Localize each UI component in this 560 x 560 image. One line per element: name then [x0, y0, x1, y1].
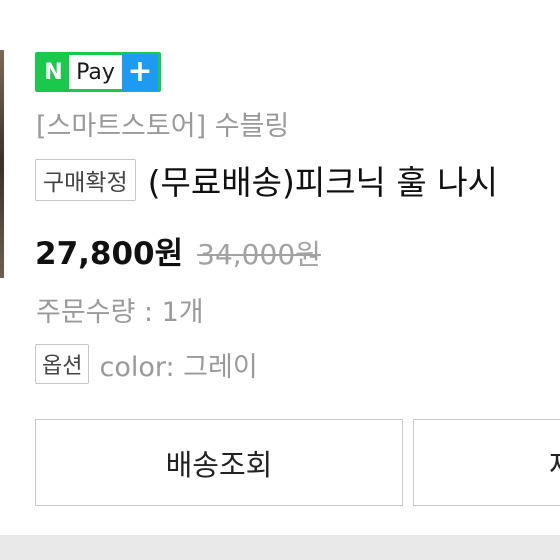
original-price: 34,000원: [197, 238, 321, 271]
title-row: 구매확정 (무료배송)피크닉 훌 나시: [35, 156, 498, 204]
sale-price: 27,800원: [35, 236, 184, 272]
option-badge: 옵션: [35, 344, 90, 384]
option-row: 옵션 color: 그레이: [35, 344, 258, 384]
plus-icon: +: [122, 53, 158, 91]
npay-plus-badge: N Pay +: [35, 52, 161, 92]
product-thumbnail-edge[interactable]: [0, 50, 4, 278]
product-title[interactable]: (무료배송)피크닉 훌 나시: [148, 156, 498, 204]
npay-n-icon: N: [38, 55, 69, 89]
npay-label: Pay: [76, 59, 115, 85]
status-badge: 구매확정: [35, 159, 136, 201]
secondary-action-button[interactable]: 재: [413, 419, 560, 506]
track-delivery-button[interactable]: 배송조회: [35, 419, 403, 506]
option-value: color: 그레이: [99, 351, 258, 383]
price-row: 27,800원 34,000원: [35, 228, 321, 273]
order-card: N Pay + [스마트스토어] 수블링 구매확정 (무료배송)피크닉 훌 나시…: [0, 0, 560, 535]
store-name[interactable]: [스마트스토어] 수블링: [36, 104, 289, 143]
order-quantity: 주문수량 : 1개: [36, 297, 204, 328]
